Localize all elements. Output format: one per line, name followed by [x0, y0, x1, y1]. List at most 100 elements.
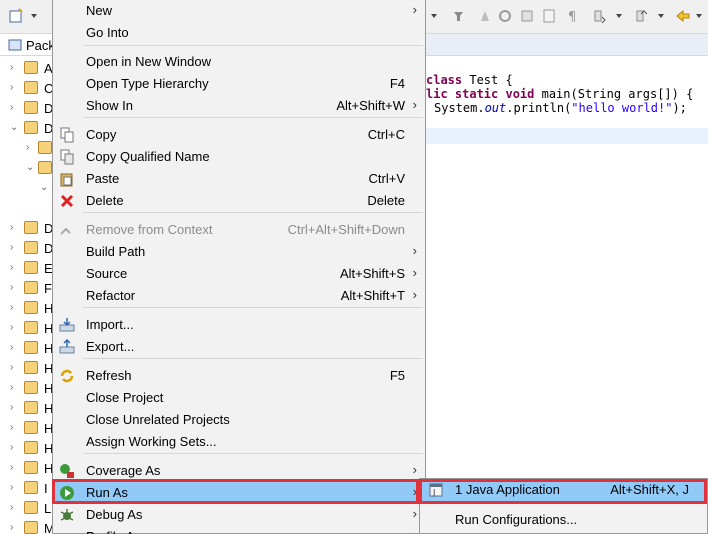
menu-item-import[interactable]: Import... — [53, 314, 425, 336]
explorer-row[interactable]: › H — [0, 418, 53, 438]
show-whitespace-icon[interactable]: ¶ — [565, 8, 581, 24]
explorer-row[interactable]: › D — [0, 218, 53, 238]
run-configurations-item[interactable]: Run Configurations... — [420, 509, 707, 531]
new-dropdown-arrow[interactable] — [31, 14, 37, 18]
project-folder-icon — [24, 61, 38, 74]
collapsed-chevron-icon[interactable]: › — [10, 522, 13, 533]
collapsed-chevron-icon[interactable]: › — [10, 402, 13, 413]
menu-item-go-into[interactable]: Go Into — [53, 22, 425, 44]
explorer-row-label: I — [44, 481, 48, 496]
explorer-row[interactable]: › A — [0, 58, 53, 78]
word-wrap-icon[interactable] — [541, 8, 557, 24]
collapsed-chevron-icon[interactable]: › — [10, 462, 13, 473]
menu-item-open-type-hierarchy[interactable]: Open Type Hierarchy F4 — [53, 73, 425, 95]
explorer-row[interactable]: › H — [0, 458, 53, 478]
collapsed-chevron-icon[interactable]: › — [10, 502, 13, 513]
menu-item-copy-qualified-name[interactable]: Copy Qualified Name — [53, 146, 425, 168]
explorer-row[interactable]: › H — [0, 398, 53, 418]
collapsed-chevron-icon[interactable]: › — [10, 82, 13, 93]
explorer-row[interactable]: › D — [0, 238, 53, 258]
collapsed-chevron-icon[interactable]: › — [26, 142, 29, 153]
remove-context-icon — [59, 222, 75, 238]
collapsed-chevron-icon[interactable]: › — [10, 482, 13, 493]
menu-item-source[interactable]: Source Alt+Shift+S › — [53, 263, 425, 285]
block-selection-icon[interactable] — [519, 8, 535, 24]
menu-item-delete[interactable]: Delete Delete — [53, 190, 425, 212]
collapsed-chevron-icon[interactable]: › — [10, 242, 13, 253]
collapsed-chevron-icon[interactable]: › — [10, 102, 13, 113]
explorer-row[interactable]: › — [0, 138, 52, 158]
menu-separator — [83, 453, 423, 454]
explorer-row[interactable]: › H — [0, 338, 53, 358]
java-element-icon[interactable] — [451, 8, 467, 24]
menu-item-profile-as[interactable]: Profile As › — [53, 526, 425, 534]
menu-separator — [83, 117, 423, 118]
menu-item-label: Export... — [86, 339, 135, 354]
java-editor[interactable]: class Test { lic static void main(String… — [426, 34, 708, 534]
explorer-row[interactable]: › H — [0, 438, 53, 458]
menu-item-new[interactable]: New › — [53, 0, 425, 22]
project-folder-icon — [24, 321, 38, 334]
explorer-row[interactable]: › H — [0, 298, 53, 318]
collapsed-chevron-icon[interactable]: › — [10, 382, 13, 393]
collapsed-chevron-icon[interactable]: › — [10, 422, 13, 433]
export-icon — [59, 338, 75, 355]
project-folder-icon — [24, 441, 38, 454]
menu-item-build-path[interactable]: Build Path › — [53, 241, 425, 263]
package-explorer-tab[interactable]: Pack — [0, 34, 55, 56]
back-dropdown[interactable] — [696, 14, 702, 18]
menu-item-debug-as[interactable]: Debug As › — [53, 504, 425, 526]
next-annotation-dropdown[interactable] — [616, 14, 622, 18]
explorer-row[interactable]: › H — [0, 358, 53, 378]
explorer-row[interactable]: › M — [0, 518, 55, 534]
menu-item-close-unrelated-projects[interactable]: Close Unrelated Projects — [53, 409, 425, 431]
collapsed-chevron-icon[interactable]: › — [10, 362, 13, 373]
explorer-row[interactable]: › H — [0, 318, 53, 338]
mark-occurrences-icon[interactable] — [497, 8, 513, 24]
explorer-row[interactable]: ⌄ — [0, 178, 52, 198]
explorer-row[interactable]: › L — [0, 498, 52, 518]
explorer-row-label: F — [44, 281, 52, 296]
explorer-row[interactable]: ⌄ D — [0, 118, 53, 138]
collapsed-chevron-icon[interactable]: › — [10, 222, 13, 233]
collapsed-chevron-icon[interactable]: › — [10, 62, 13, 73]
code-line-1: class Test { — [426, 73, 513, 87]
collapsed-chevron-icon[interactable]: › — [10, 342, 13, 353]
menu-item-assign-working-sets[interactable]: Assign Working Sets... — [53, 431, 425, 453]
expanded-chevron-icon[interactable]: ⌄ — [40, 182, 48, 193]
import-icon — [59, 317, 75, 333]
collapsed-chevron-icon[interactable]: › — [10, 262, 13, 273]
menu-item-paste[interactable]: Paste Ctrl+V — [53, 168, 425, 190]
menu-item-label: Profile As — [86, 529, 141, 534]
collapsed-chevron-icon[interactable]: › — [10, 442, 13, 453]
explorer-row[interactable]: › C — [0, 78, 53, 98]
next-annotation-icon[interactable] — [592, 8, 608, 24]
explorer-row[interactable]: › H — [0, 378, 53, 398]
explorer-row[interactable]: › F — [0, 278, 52, 298]
toolbar-dropdown-arrow[interactable] — [431, 14, 437, 18]
collapsed-chevron-icon[interactable]: › — [10, 302, 13, 313]
collapsed-chevron-icon[interactable]: › — [10, 282, 13, 293]
collapsed-chevron-icon[interactable]: › — [10, 322, 13, 333]
previous-annotation-icon[interactable] — [634, 8, 650, 24]
back-icon[interactable] — [675, 8, 691, 24]
menu-item-open-in-new-window[interactable]: Open in New Window — [53, 51, 425, 73]
menu-item-show-in[interactable]: Show In Alt+Shift+W › — [53, 95, 425, 117]
menu-item-export[interactable]: Export... — [53, 336, 425, 358]
explorer-row[interactable]: ⌄ — [0, 158, 52, 178]
menu-item-refactor[interactable]: Refactor Alt+Shift+T › — [53, 285, 425, 307]
menu-item-label: Show In — [86, 98, 133, 113]
menu-item-label: Close Unrelated Projects — [86, 412, 230, 427]
explorer-row[interactable]: › D — [0, 98, 53, 118]
new-wizard-icon[interactable] — [8, 8, 24, 24]
expanded-chevron-icon[interactable]: ⌄ — [10, 122, 18, 133]
previous-annotation-dropdown[interactable] — [658, 14, 664, 18]
menu-item-close-project[interactable]: Close Project — [53, 387, 425, 409]
menu-item-copy[interactable]: Copy Ctrl+C — [53, 124, 425, 146]
context-menu: New › Go Into Open in New Window Open Type H… — [52, 0, 426, 534]
explorer-row[interactable]: › I — [0, 478, 52, 498]
explorer-row[interactable]: › E — [0, 258, 53, 278]
expanded-chevron-icon[interactable]: ⌄ — [26, 162, 34, 173]
toggle-breadcrumb-icon[interactable] — [477, 8, 493, 24]
menu-item-refresh[interactable]: Refresh F5 — [53, 365, 425, 387]
